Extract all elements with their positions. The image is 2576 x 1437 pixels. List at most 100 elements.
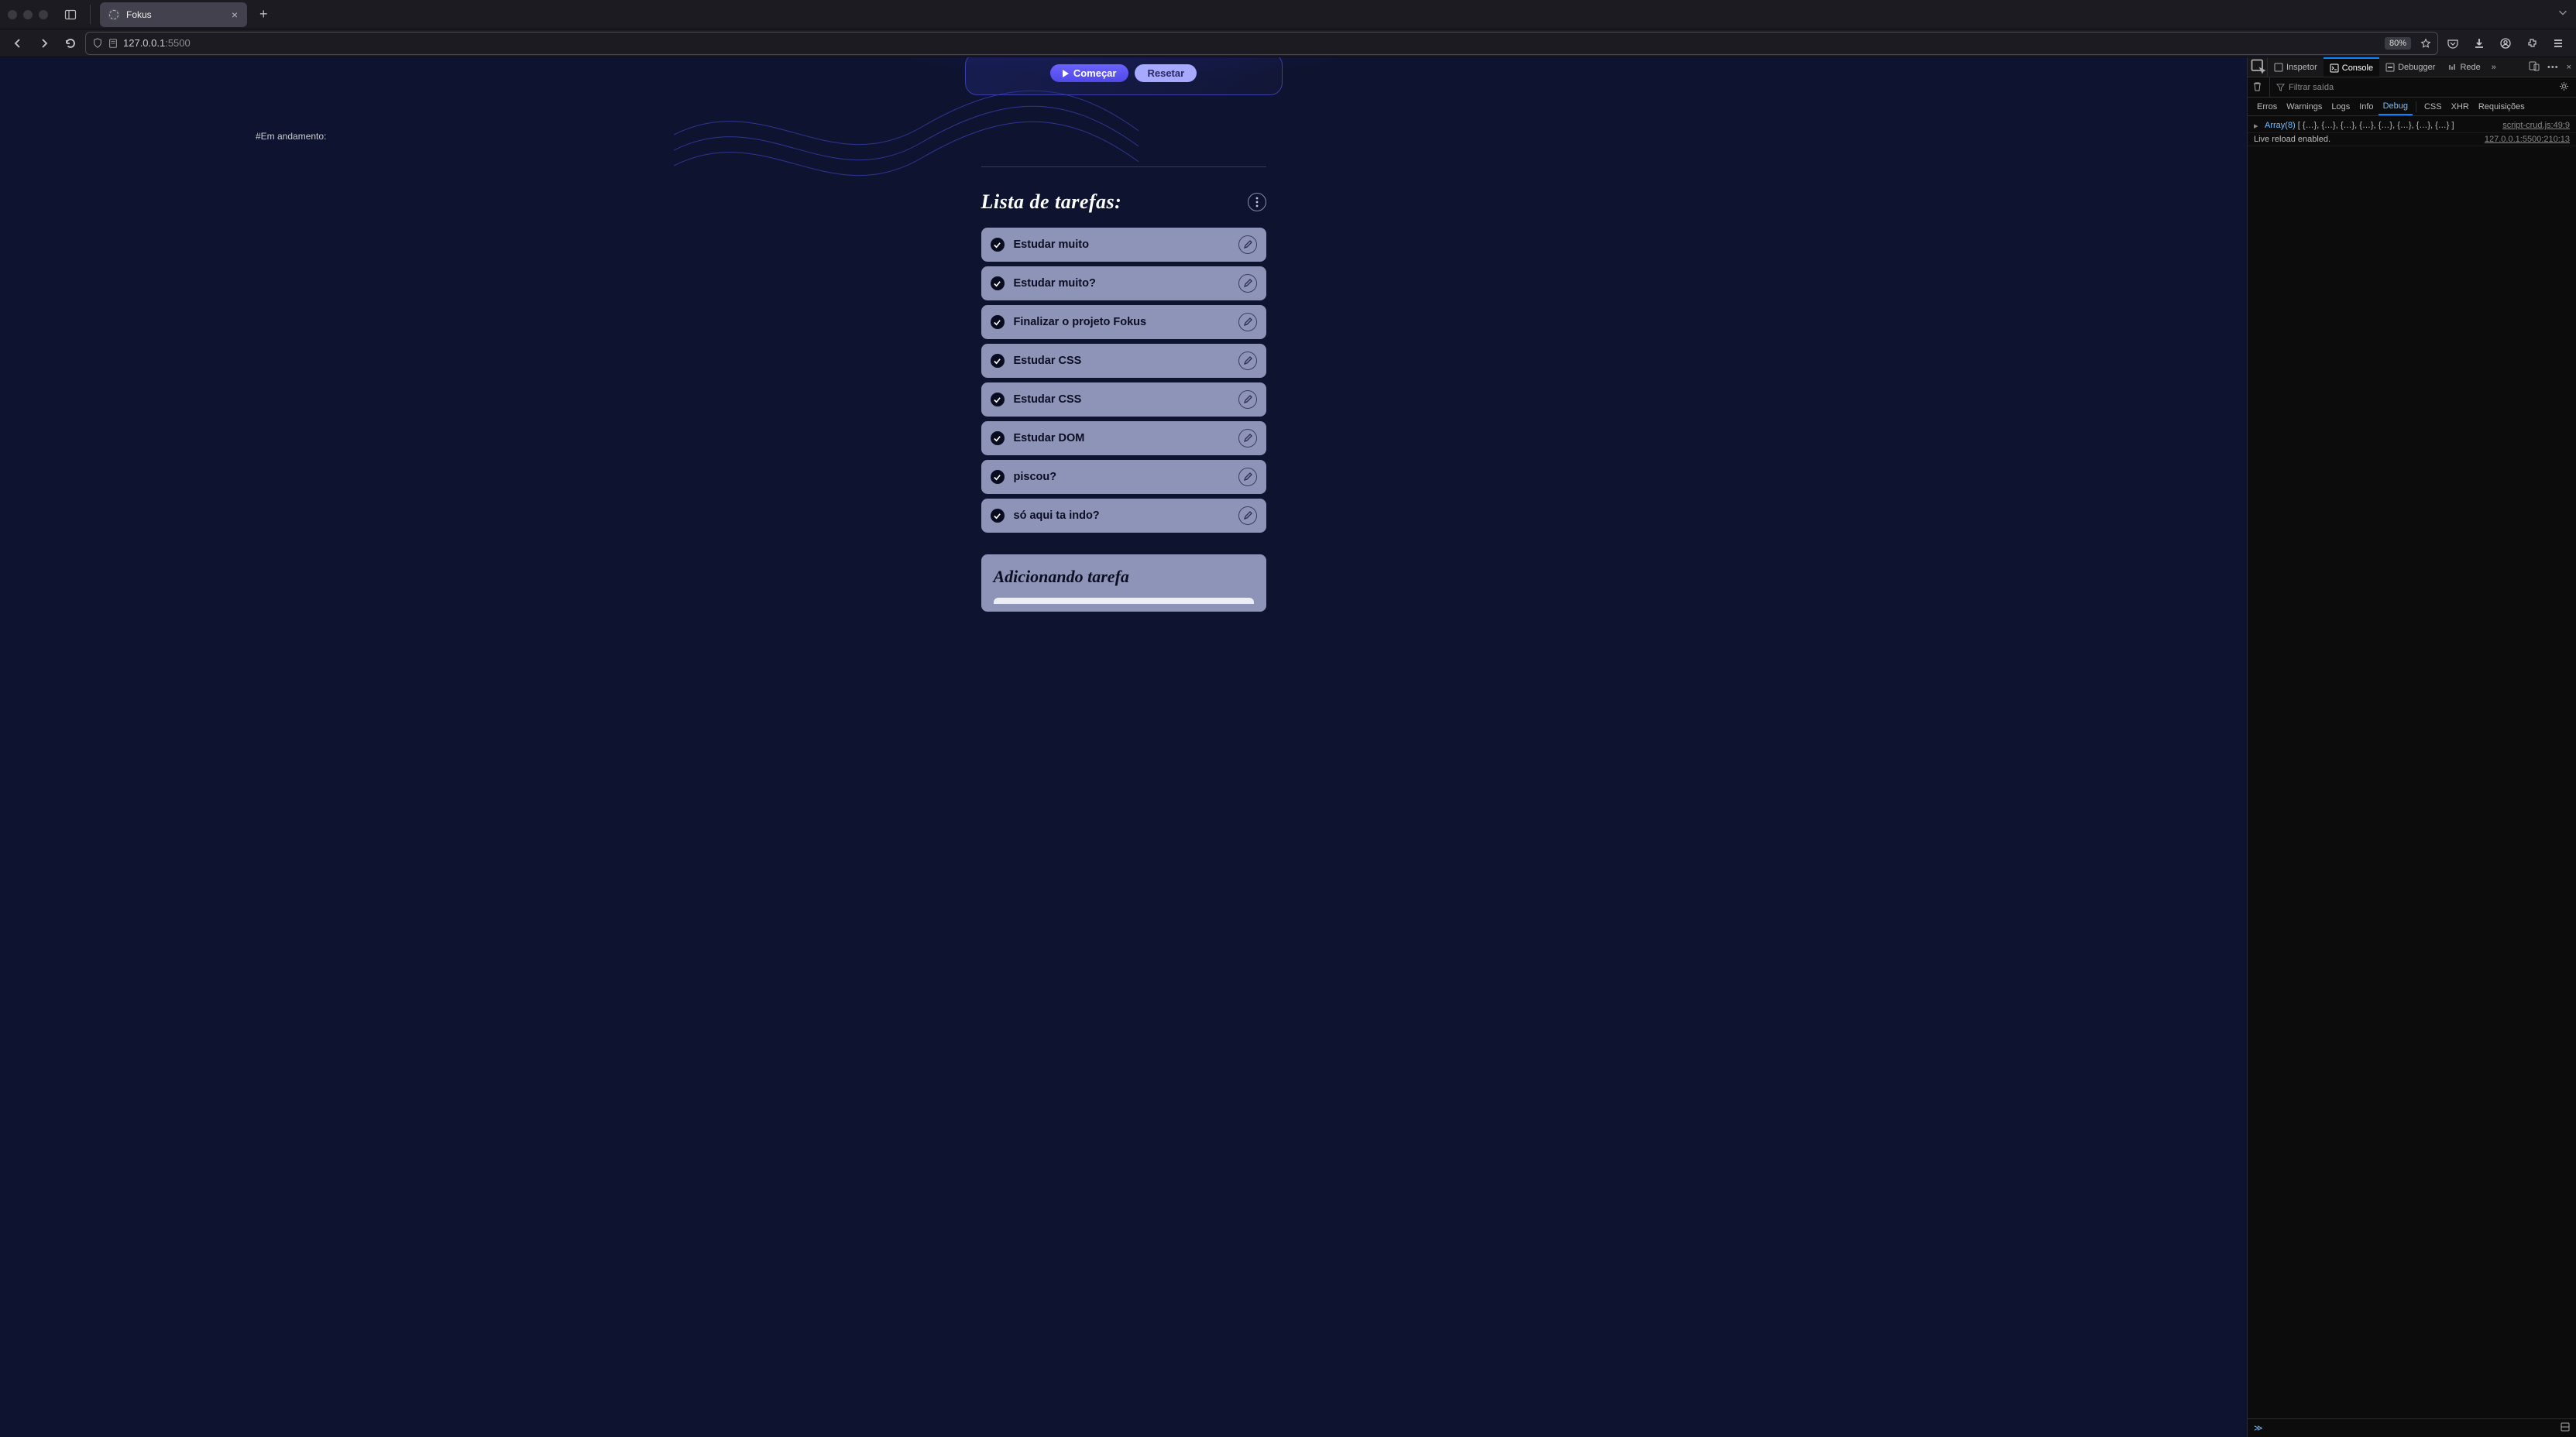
task-item[interactable]: piscou? xyxy=(981,460,1266,494)
expand-arrow-icon[interactable]: ▸ xyxy=(2254,121,2262,131)
reset-button-label: Resetar xyxy=(1147,67,1184,79)
task-edit-button[interactable] xyxy=(1238,313,1257,331)
pocket-icon[interactable] xyxy=(2441,32,2464,55)
task-complete-button[interactable] xyxy=(991,354,1005,368)
element-picker-icon[interactable] xyxy=(2251,57,2268,77)
url-text: 127.0.0.1:5500 xyxy=(123,37,191,49)
task-complete-button[interactable] xyxy=(991,276,1005,290)
tab-console[interactable]: Console xyxy=(2324,57,2379,77)
filter-icon xyxy=(2276,83,2285,91)
add-task-heading: Adicionando tarefa xyxy=(994,567,1254,587)
task-item[interactable]: Estudar DOM xyxy=(981,421,1266,455)
more-vertical-icon xyxy=(1255,197,1259,207)
address-bar[interactable]: 127.0.0.1:5500 80% xyxy=(85,32,2438,55)
page-viewport[interactable]: Começar Resetar #Em andamento: Lista de … xyxy=(0,57,2247,1437)
console-filter-input[interactable]: Filtrar saída xyxy=(2269,77,2554,97)
task-edit-button[interactable] xyxy=(1238,352,1257,370)
browser-toolbar: 127.0.0.1:5500 80% xyxy=(0,29,2576,57)
task-item[interactable]: Estudar CSS xyxy=(981,382,1266,417)
console-category-css[interactable]: CSS xyxy=(2420,98,2447,115)
devtools-tabs: Inspetor Console Debugger Rede » ••• × xyxy=(2248,57,2576,77)
account-icon[interactable] xyxy=(2494,32,2517,55)
console-settings-icon[interactable] xyxy=(2559,81,2571,94)
sidebar-toggle-icon[interactable] xyxy=(60,5,81,25)
console-category-requisições[interactable]: Requisições xyxy=(2474,98,2530,115)
task-text: Estudar CSS xyxy=(1014,393,1229,406)
page-info-icon[interactable] xyxy=(108,38,118,49)
forward-button[interactable] xyxy=(33,32,56,55)
task-text: Estudar DOM xyxy=(1014,432,1229,444)
tab-close-icon[interactable]: × xyxy=(230,9,239,21)
task-edit-button[interactable] xyxy=(1238,429,1257,448)
reload-button[interactable] xyxy=(59,32,82,55)
console-category-erros[interactable]: Erros xyxy=(2252,98,2282,115)
add-task-input[interactable] xyxy=(994,598,1254,604)
add-task-panel: Adicionando tarefa xyxy=(981,554,1266,612)
divider xyxy=(90,5,91,24)
console-prompt[interactable]: ≫ xyxy=(2248,1418,2576,1437)
task-complete-button[interactable] xyxy=(991,509,1005,523)
console-output: ▸ Array(8) [ {…}, {…}, {…}, {…}, {…}, {…… xyxy=(2248,116,2576,1418)
devtools-more-icon[interactable]: ••• xyxy=(2546,61,2561,74)
timer-card: Começar Resetar xyxy=(965,57,1283,95)
start-button[interactable]: Começar xyxy=(1050,64,1129,82)
task-text: Estudar muito? xyxy=(1014,277,1229,290)
log-source-link[interactable]: 127.0.0.1:5500:210:13 xyxy=(2485,135,2570,144)
tab-network[interactable]: Rede xyxy=(2441,57,2486,77)
prompt-chevron-icon: ≫ xyxy=(2254,1423,2263,1433)
log-source-link[interactable]: script-crud.js:49:9 xyxy=(2502,121,2570,131)
console-categories: ErrosWarningsLogsInfoDebug CSSXHRRequisiç… xyxy=(2248,98,2576,116)
browser-tab[interactable]: Fokus × xyxy=(100,2,247,27)
task-complete-button[interactable] xyxy=(991,470,1005,484)
console-category-logs[interactable]: Logs xyxy=(2327,98,2354,115)
task-edit-button[interactable] xyxy=(1238,235,1257,254)
console-log-line: Live reload enabled. 127.0.0.1:5500:210:… xyxy=(2248,133,2576,146)
downloads-icon[interactable] xyxy=(2468,32,2491,55)
clear-console-icon[interactable] xyxy=(2252,81,2265,94)
split-console-icon[interactable] xyxy=(2561,1422,2570,1434)
window-titlebar: Fokus × + xyxy=(0,0,2576,29)
new-tab-button[interactable]: + xyxy=(253,3,274,26)
responsive-mode-icon[interactable] xyxy=(2527,59,2541,75)
divider xyxy=(981,166,1266,167)
back-button[interactable] xyxy=(6,32,29,55)
shield-icon xyxy=(92,38,103,49)
task-edit-button[interactable] xyxy=(1238,274,1257,293)
tabs-overflow-icon[interactable]: » xyxy=(2487,63,2501,72)
task-item[interactable]: Finalizar o projeto Fokus xyxy=(981,305,1266,339)
tasks-more-button[interactable] xyxy=(1248,193,1266,211)
task-edit-button[interactable] xyxy=(1238,506,1257,525)
task-item[interactable]: só aqui ta indo? xyxy=(981,499,1266,533)
close-window-button[interactable] xyxy=(8,10,17,19)
console-category-debug[interactable]: Debug xyxy=(2379,98,2413,115)
extensions-icon[interactable] xyxy=(2520,32,2543,55)
play-icon xyxy=(1063,70,1069,77)
reset-button[interactable]: Resetar xyxy=(1135,64,1197,82)
task-text: Estudar muito xyxy=(1014,238,1229,251)
task-item[interactable]: Estudar CSS xyxy=(981,344,1266,378)
task-item[interactable]: Estudar muito? xyxy=(981,266,1266,300)
minimize-window-button[interactable] xyxy=(23,10,33,19)
tabs-dropdown-icon[interactable] xyxy=(2557,7,2568,22)
task-complete-button[interactable] xyxy=(991,431,1005,445)
start-button-label: Começar xyxy=(1073,67,1117,79)
devtools-close-icon[interactable]: × xyxy=(2565,61,2573,74)
maximize-window-button[interactable] xyxy=(39,10,48,19)
zoom-badge[interactable]: 80% xyxy=(2385,37,2411,50)
task-complete-button[interactable] xyxy=(991,238,1005,252)
task-edit-button[interactable] xyxy=(1238,468,1257,486)
console-category-warnings[interactable]: Warnings xyxy=(2282,98,2327,115)
tab-title: Fokus xyxy=(126,9,224,20)
menu-icon[interactable] xyxy=(2547,32,2570,55)
console-log-line[interactable]: ▸ Array(8) [ {…}, {…}, {…}, {…}, {…}, {…… xyxy=(2248,119,2576,133)
task-item[interactable]: Estudar muito xyxy=(981,228,1266,262)
tab-debugger[interactable]: Debugger xyxy=(2379,57,2441,77)
task-complete-button[interactable] xyxy=(991,393,1005,406)
bookmark-star-icon[interactable] xyxy=(2420,38,2431,49)
console-category-xhr[interactable]: XHR xyxy=(2447,98,2474,115)
task-complete-button[interactable] xyxy=(991,315,1005,329)
window-controls xyxy=(8,10,48,19)
console-category-info[interactable]: Info xyxy=(2354,98,2378,115)
tab-inspector[interactable]: Inspetor xyxy=(2268,57,2324,77)
task-edit-button[interactable] xyxy=(1238,390,1257,409)
